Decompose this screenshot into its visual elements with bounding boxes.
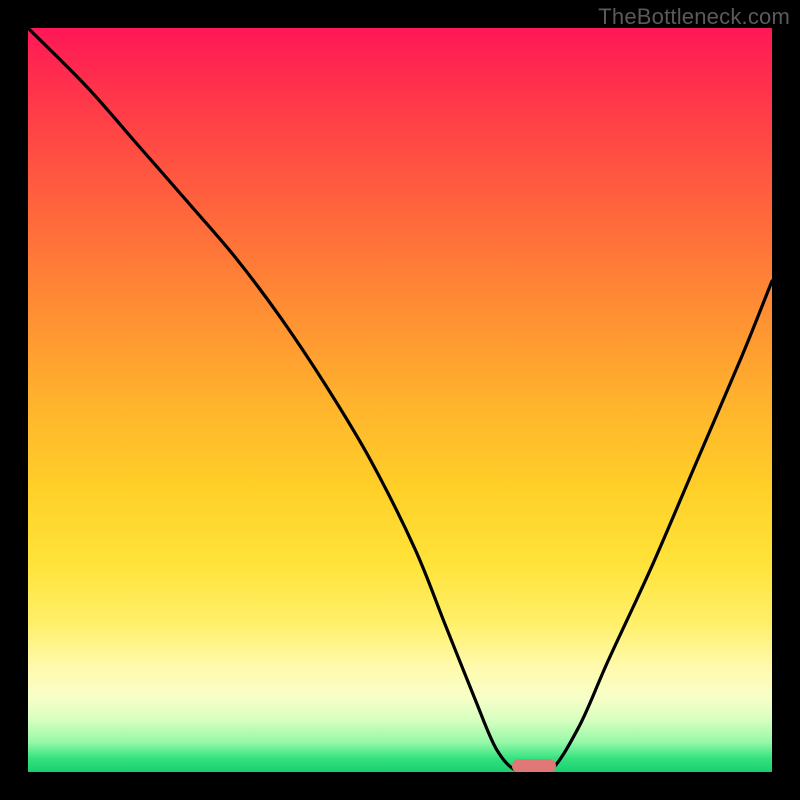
plot-area [28, 28, 772, 772]
optimal-range-marker [512, 759, 557, 772]
bottleneck-curve-path [28, 28, 772, 772]
curve-layer [28, 28, 772, 772]
chart-frame: TheBottleneck.com [0, 0, 800, 800]
watermark-text: TheBottleneck.com [598, 4, 790, 30]
